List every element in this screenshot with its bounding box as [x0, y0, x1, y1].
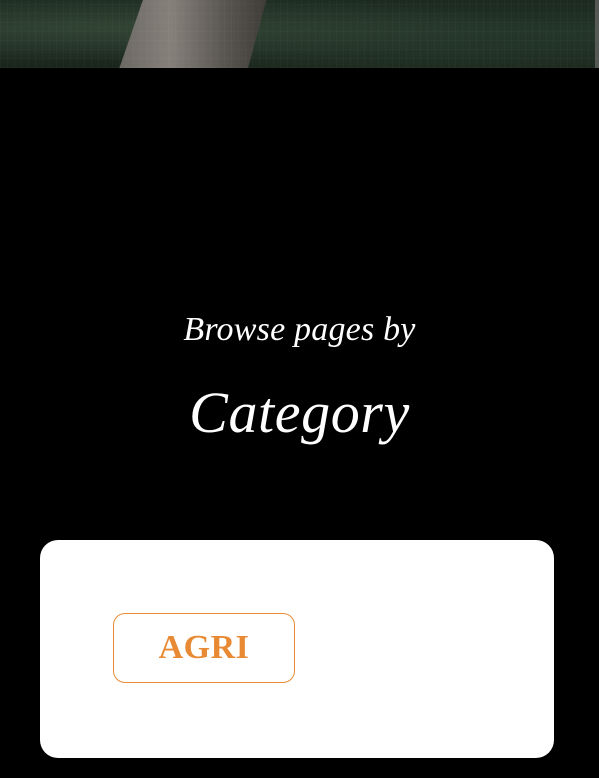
hero-image-texture [0, 0, 599, 68]
hero-image [0, 0, 599, 68]
scroll-edge [595, 0, 599, 68]
category-card: AGRI [40, 540, 554, 758]
page: Browse pages by Category AGRI [0, 0, 599, 778]
category-chip-agri[interactable]: AGRI [113, 613, 295, 683]
browse-subtitle: Browse pages by [183, 311, 416, 348]
browse-title: Category [189, 380, 410, 445]
